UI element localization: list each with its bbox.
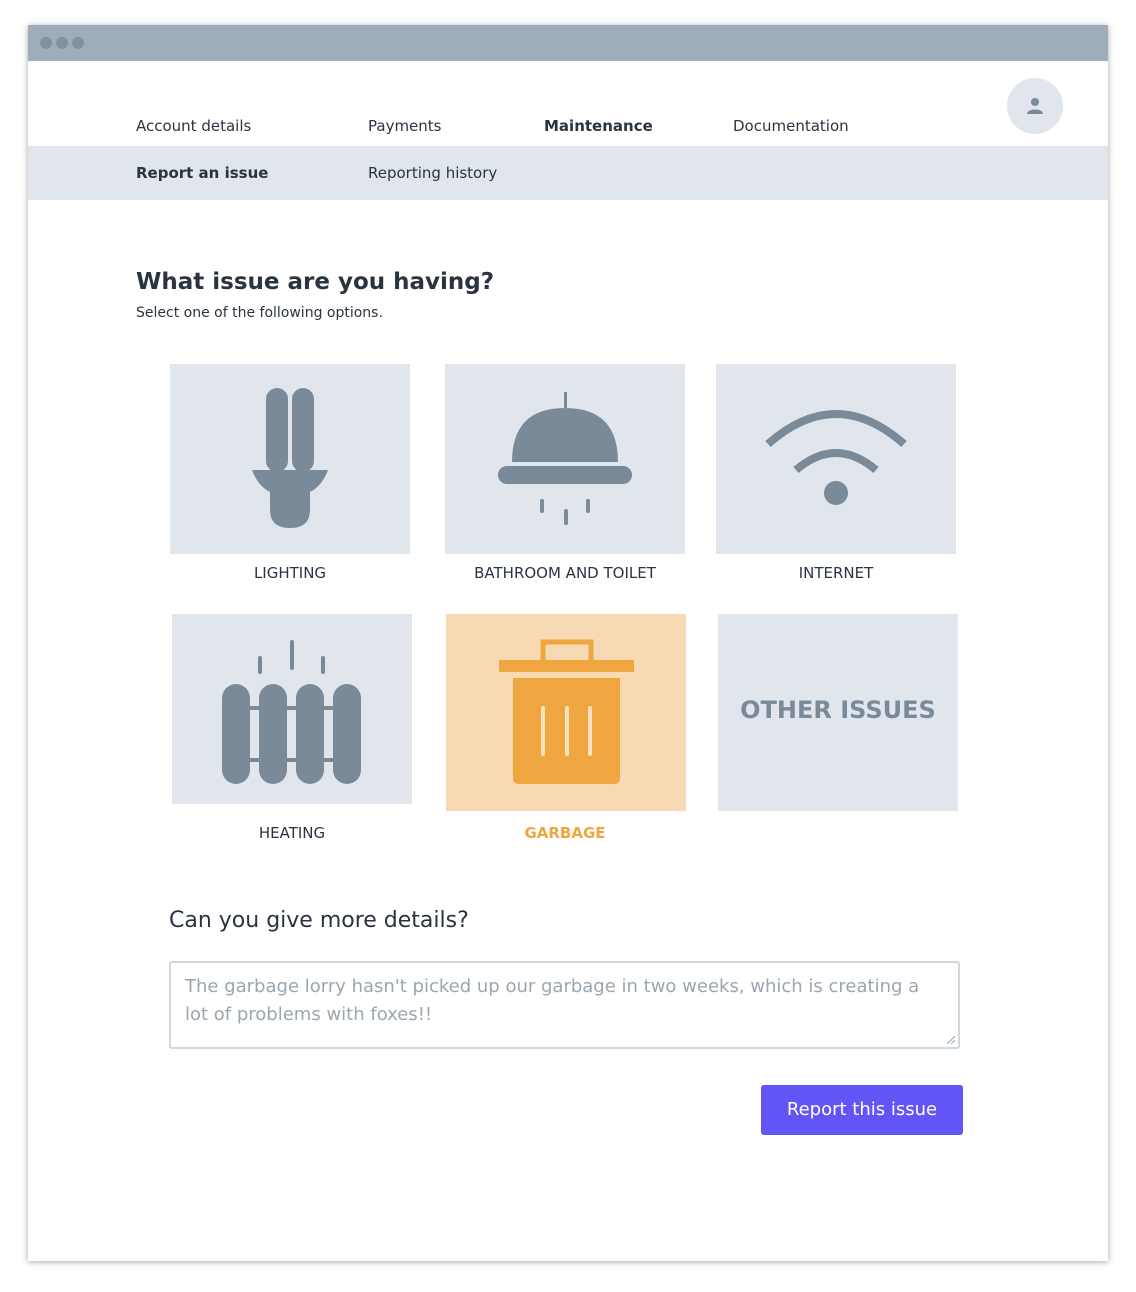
lightbulb-icon <box>252 388 328 528</box>
trash-icon <box>499 639 634 784</box>
shower-icon <box>498 392 632 525</box>
details-text: The garbage lorry hasn't picked up our g… <box>185 976 920 1025</box>
tab-report-an-issue[interactable]: Report an issue <box>136 164 268 182</box>
resize-handle-icon[interactable] <box>947 1036 955 1044</box>
option-bathroom-and-toilet[interactable] <box>445 364 685 554</box>
option-label: GARBAGE <box>524 824 606 842</box>
option-label: LIGHTING <box>253 564 327 582</box>
page-subtitle: Select one of the following options. <box>136 305 383 321</box>
main-nav: Account details Payments Maintenance Doc… <box>28 61 1108 147</box>
option-heating[interactable] <box>172 614 412 804</box>
option-internet[interactable] <box>716 364 956 554</box>
tab-reporting-history[interactable]: Reporting history <box>368 164 497 182</box>
nav-item-documentation[interactable]: Documentation <box>733 117 849 135</box>
user-icon <box>1027 98 1043 114</box>
details-label: Can you give more details? <box>169 908 469 933</box>
details-textarea[interactable]: The garbage lorry hasn't picked up our g… <box>169 961 960 1049</box>
report-issue-button[interactable]: Report this issue <box>761 1085 963 1135</box>
option-other-issues[interactable]: OTHER ISSUES <box>718 614 958 811</box>
option-label: HEATING <box>258 824 326 842</box>
wifi-icon <box>765 410 907 505</box>
window-dot <box>40 37 52 49</box>
nav-item-account-details[interactable]: Account details <box>136 117 251 135</box>
nav-item-maintenance[interactable]: Maintenance <box>544 117 653 135</box>
window-titlebar <box>28 25 1108 61</box>
radiator-icon <box>222 640 361 784</box>
window-dot <box>72 37 84 49</box>
option-label: BATHROOM AND TOILET <box>474 564 656 582</box>
nav-item-payments[interactable]: Payments <box>368 117 441 135</box>
avatar[interactable] <box>1007 78 1063 134</box>
option-lighting[interactable] <box>170 364 410 554</box>
page-title: What issue are you having? <box>136 269 495 295</box>
option-label: INTERNET <box>798 564 874 582</box>
window-dot <box>56 37 68 49</box>
option-label: OTHER ISSUES <box>740 696 936 724</box>
option-garbage[interactable] <box>446 614 686 811</box>
sub-nav: Report an issue Reporting history <box>28 146 1108 200</box>
browser-window: Account details Payments Maintenance Doc… <box>28 25 1108 1261</box>
